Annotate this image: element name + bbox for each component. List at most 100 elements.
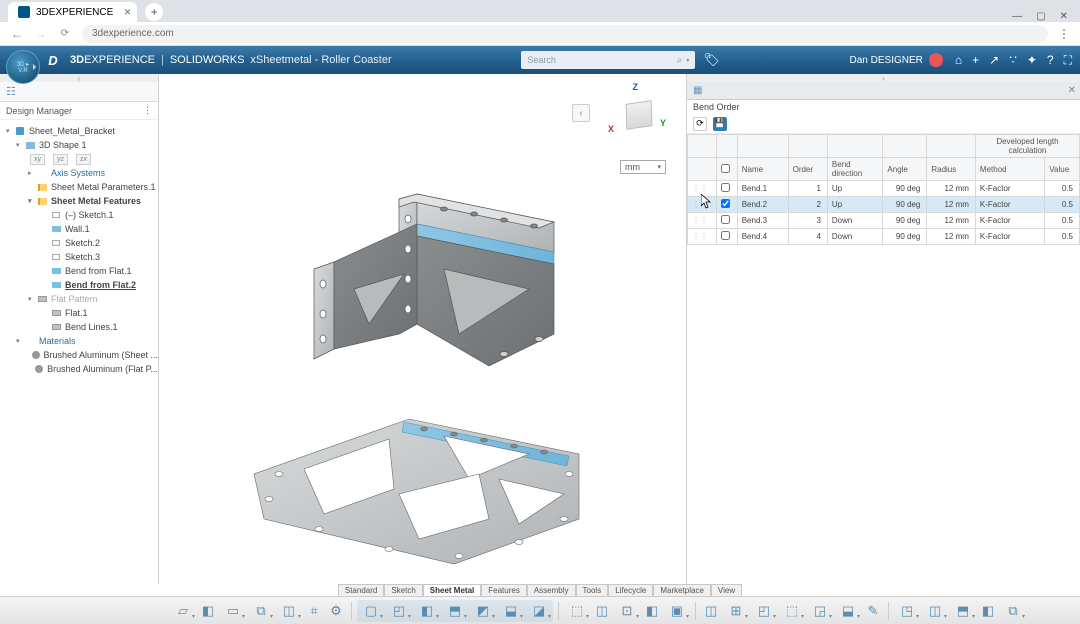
tree-axis-systems[interactable]: ▸Axis Systems xyxy=(0,166,158,180)
bottom-tab[interactable]: Marketplace xyxy=(653,584,711,596)
unit-select[interactable]: mm xyxy=(620,160,666,174)
tool-btn-23[interactable]: ⬚ xyxy=(779,601,805,621)
row-checkbox[interactable] xyxy=(716,229,737,245)
tool-btn-6[interactable]: ⌗ xyxy=(304,601,324,621)
collapse-toolbar-icon[interactable]: ‹ xyxy=(572,104,590,122)
th-direction[interactable]: Bend direction xyxy=(827,158,883,181)
tool-btn-1[interactable]: ▱ xyxy=(170,601,196,621)
bend-order-tab[interactable]: ▦ ✕ xyxy=(687,82,1080,100)
close-panel-icon[interactable]: ✕ xyxy=(1068,85,1076,96)
model-canvas[interactable]: Z Y X ‹ mm xyxy=(159,74,686,584)
tree-sketch2[interactable]: Sketch.2 xyxy=(0,236,158,250)
tree-root[interactable]: ▾Sheet_Metal_Bracket xyxy=(0,124,158,138)
user-menu[interactable]: Dan DESIGNER xyxy=(850,53,943,67)
bottom-tab[interactable]: Lifecycle xyxy=(608,584,653,596)
forward-icon[interactable]: → xyxy=(34,27,48,41)
tree-sketch3[interactable]: Sketch.3 xyxy=(0,250,158,264)
tool-btn-18[interactable]: ◧ xyxy=(642,601,662,621)
table-row[interactable]: ⋮⋮Bend.22Up90 deg12 mmK-Factor0.5 xyxy=(688,197,1080,213)
tool-btn-2[interactable]: ◧ xyxy=(198,601,218,621)
close-tab-icon[interactable]: ✕ xyxy=(124,7,132,18)
tool-btn-7[interactable]: ⚙ xyxy=(326,601,346,621)
tree-material1[interactable]: Brushed Aluminum (Sheet ... xyxy=(0,348,158,362)
tree-sketch1[interactable]: (–) Sketch.1 xyxy=(0,208,158,222)
tool-btn-13[interactable]: ⬓ xyxy=(498,601,524,621)
drag-handle-icon[interactable]: ⋮⋮ xyxy=(688,181,717,197)
maximize-icon[interactable]: ▢ xyxy=(1036,11,1045,22)
minimize-icon[interactable]: — xyxy=(1012,11,1022,22)
bottom-tab[interactable]: Tools xyxy=(576,584,609,596)
th-order[interactable]: Order xyxy=(788,158,827,181)
tree-shape[interactable]: ▾3D Shape 1 xyxy=(0,138,158,152)
bottom-tab[interactable]: Sketch xyxy=(384,584,422,596)
back-icon[interactable]: ← xyxy=(10,27,24,41)
share-icon[interactable]: ↗ xyxy=(989,53,999,68)
table-row[interactable]: ⋮⋮Bend.44Down90 deg12 mmK-Factor0.5 xyxy=(688,229,1080,245)
tool-btn-15[interactable]: ⬚ xyxy=(564,601,590,621)
tool-btn-11[interactable]: ⬒ xyxy=(442,601,468,621)
tool-btn-9[interactable]: ◰ xyxy=(386,601,412,621)
search-dropdown-icon[interactable]: ▾ xyxy=(686,57,689,64)
tree-bendlines1[interactable]: Bend Lines.1 xyxy=(0,320,158,334)
home-icon[interactable]: ⌂ xyxy=(955,53,962,68)
drag-handle-icon[interactable]: ⋮⋮ xyxy=(688,213,717,229)
row-checkbox[interactable] xyxy=(716,197,737,213)
th-angle[interactable]: Angle xyxy=(883,158,927,181)
close-window-icon[interactable]: ✕ xyxy=(1060,11,1068,22)
tool-btn-8[interactable]: ▢ xyxy=(358,601,384,621)
add-icon[interactable]: + xyxy=(972,53,979,68)
tool-btn-12[interactable]: ◩ xyxy=(470,601,496,621)
compass-icon[interactable]: 3D ▸ V.R xyxy=(6,50,40,84)
bottom-tab[interactable]: Assembly xyxy=(527,584,576,596)
tool-btn-14[interactable]: ◪ xyxy=(526,601,552,621)
tool-btn-30[interactable]: ◧ xyxy=(978,601,998,621)
tool-btn-4[interactable]: ⧉ xyxy=(248,601,274,621)
right-collapse-handle[interactable]: › xyxy=(687,74,1080,82)
tree-flat1[interactable]: Flat.1 xyxy=(0,306,158,320)
tree-bend-flat1[interactable]: Bend from Flat.1 xyxy=(0,264,158,278)
tool-btn-20[interactable]: ◫ xyxy=(701,601,721,621)
help-icon[interactable]: ? xyxy=(1047,53,1054,68)
network-icon[interactable]: ∵ xyxy=(1009,53,1017,68)
tool-btn-28[interactable]: ◫ xyxy=(922,601,948,621)
search-input[interactable]: Search ⌕ ▾ xyxy=(521,51,695,69)
th-checkbox[interactable] xyxy=(716,158,737,181)
tree-wall1[interactable]: Wall.1 xyxy=(0,222,158,236)
browser-tab[interactable]: 3DEXPERIENCE ✕ xyxy=(8,2,137,22)
tool-btn-22[interactable]: ◰ xyxy=(751,601,777,621)
bottom-tab[interactable]: View xyxy=(711,584,742,596)
tag-icon[interactable]: 🏷 xyxy=(703,52,720,68)
tool-btn-26[interactable]: ✎ xyxy=(863,601,883,621)
tool-btn-19[interactable]: ▣ xyxy=(664,601,690,621)
tree-materials[interactable]: ▾Materials xyxy=(0,334,158,348)
tool-btn-21[interactable]: ⊞ xyxy=(723,601,749,621)
refresh-icon[interactable]: ⟳ xyxy=(58,28,72,39)
fullscreen-icon[interactable]: ⛶ xyxy=(1064,53,1072,68)
new-tab-button[interactable]: + xyxy=(145,3,163,21)
tool-btn-5[interactable]: ◫ xyxy=(276,601,302,621)
th-name[interactable]: Name xyxy=(737,158,788,181)
row-checkbox[interactable] xyxy=(716,181,737,197)
search-icon[interactable]: ⌕ xyxy=(677,55,683,66)
flask-icon[interactable]: ✦ xyxy=(1027,53,1037,68)
tool-btn-3[interactable]: ▭ xyxy=(220,601,246,621)
tool-btn-31[interactable]: ⧉ xyxy=(1000,601,1026,621)
tree-sm-params[interactable]: Sheet Metal Parameters.1 xyxy=(0,180,158,194)
tool-btn-27[interactable]: ◳ xyxy=(894,601,920,621)
drag-handle-icon[interactable]: ⋮⋮ xyxy=(688,229,717,245)
row-checkbox[interactable] xyxy=(716,213,737,229)
table-row[interactable]: ⋮⋮Bend.33Down90 deg12 mmK-Factor0.5 xyxy=(688,213,1080,229)
view-triad[interactable]: Z Y X xyxy=(606,82,666,142)
url-input[interactable]: 3dexperience.com xyxy=(82,25,1048,43)
bottom-tab[interactable]: Sheet Metal xyxy=(423,584,481,596)
drag-handle-icon[interactable]: ⋮⋮ xyxy=(688,197,717,213)
bottom-tab[interactable]: Standard xyxy=(338,584,384,596)
th-radius[interactable]: Radius xyxy=(927,158,976,181)
table-row[interactable]: ⋮⋮Bend.11Up90 deg12 mmK-Factor0.5 xyxy=(688,181,1080,197)
tool-btn-10[interactable]: ◧ xyxy=(414,601,440,621)
tool-btn-25[interactable]: ⬓ xyxy=(835,601,861,621)
save-button[interactable]: 💾 xyxy=(713,117,727,131)
th-value[interactable]: Value xyxy=(1045,158,1080,181)
tool-btn-16[interactable]: ◫ xyxy=(592,601,612,621)
tool-btn-29[interactable]: ⬒ xyxy=(950,601,976,621)
